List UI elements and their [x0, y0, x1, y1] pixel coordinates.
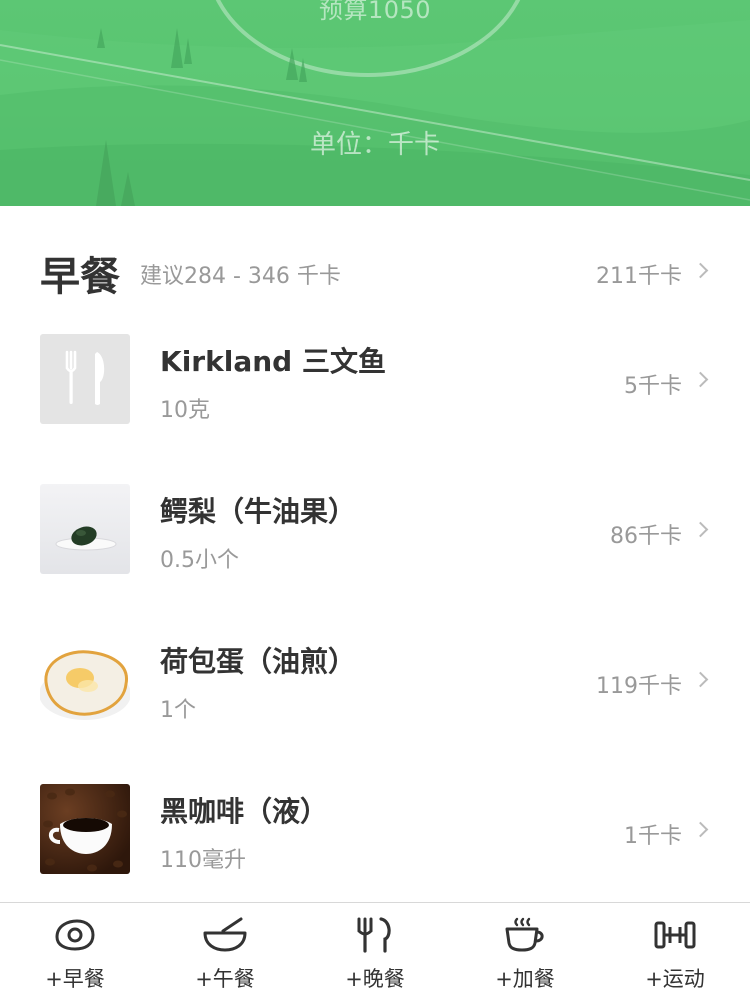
meal-suggestion: 建议284 - 346 千卡: [140, 264, 341, 289]
meal-total-kcal: 211千卡: [596, 264, 682, 289]
avocado-photo: [40, 484, 130, 574]
food-kcal: 119千卡: [596, 674, 682, 699]
food-name: 荷包蛋（油煎）: [160, 645, 357, 678]
cup-icon: [505, 917, 544, 952]
chevron-right-icon: [692, 521, 709, 538]
tab-label: +早餐: [45, 967, 105, 991]
food-list-item[interactable]: 鳄梨（牛油果） 0.5小个 86千卡: [0, 484, 750, 604]
breakfast-section-header[interactable]: 早餐 建议284 - 346 千卡 211千卡: [40, 244, 720, 300]
add-exercise-tab[interactable]: +运动: [600, 903, 750, 1000]
chevron-right-icon: [692, 671, 709, 688]
tab-label: +午餐: [195, 967, 255, 991]
chevron-right-icon: [692, 821, 709, 838]
budget-label: 预算1050: [318, 0, 432, 24]
coffee-photo: [40, 784, 130, 874]
bottom-tab-bar: +早餐 +午餐 +晚餐 +加餐 +运动: [0, 902, 750, 1000]
food-list-item[interactable]: 黑咖啡（液） 110毫升 1千卡: [0, 784, 750, 904]
food-name: 黑咖啡（液）: [160, 795, 329, 828]
tab-label: +晚餐: [345, 967, 405, 991]
add-dinner-tab[interactable]: +晚餐: [300, 903, 450, 1000]
food-kcal: 1千卡: [624, 824, 682, 849]
header-banner: 预算1050 单位：千卡: [0, 0, 750, 206]
landscape-background: [0, 0, 750, 206]
egg-icon: [55, 919, 95, 951]
tab-label: +运动: [645, 967, 705, 991]
food-quantity: 10克: [160, 398, 210, 423]
food-list-item[interactable]: Kirkland 三文鱼 10克 5千卡: [0, 334, 750, 454]
add-snack-tab[interactable]: +加餐: [450, 903, 600, 1000]
food-list-item[interactable]: 荷包蛋（油煎） 1个 119千卡: [0, 634, 750, 754]
food-kcal: 86千卡: [610, 524, 682, 549]
fork-knife-icon: [357, 917, 391, 953]
food-quantity: 1个: [160, 698, 196, 723]
add-breakfast-tab[interactable]: +早餐: [0, 903, 150, 1000]
fried-egg-photo: [40, 634, 130, 724]
food-name: 鳄梨（牛油果）: [160, 495, 357, 528]
meal-title: 早餐: [40, 254, 120, 300]
chevron-right-icon: [692, 262, 709, 279]
unit-label: 单位：千卡: [309, 130, 440, 160]
food-quantity: 110毫升: [160, 848, 246, 873]
utensils-placeholder-icon: [40, 334, 130, 424]
add-lunch-tab[interactable]: +午餐: [150, 903, 300, 1000]
tab-label: +加餐: [495, 967, 555, 991]
food-name: Kirkland 三文鱼: [160, 345, 386, 378]
food-quantity: 0.5小个: [160, 548, 239, 573]
bowl-icon: [203, 917, 247, 952]
dumbbell-icon: [654, 921, 696, 949]
chevron-right-icon: [692, 371, 709, 388]
food-kcal: 5千卡: [624, 374, 682, 399]
